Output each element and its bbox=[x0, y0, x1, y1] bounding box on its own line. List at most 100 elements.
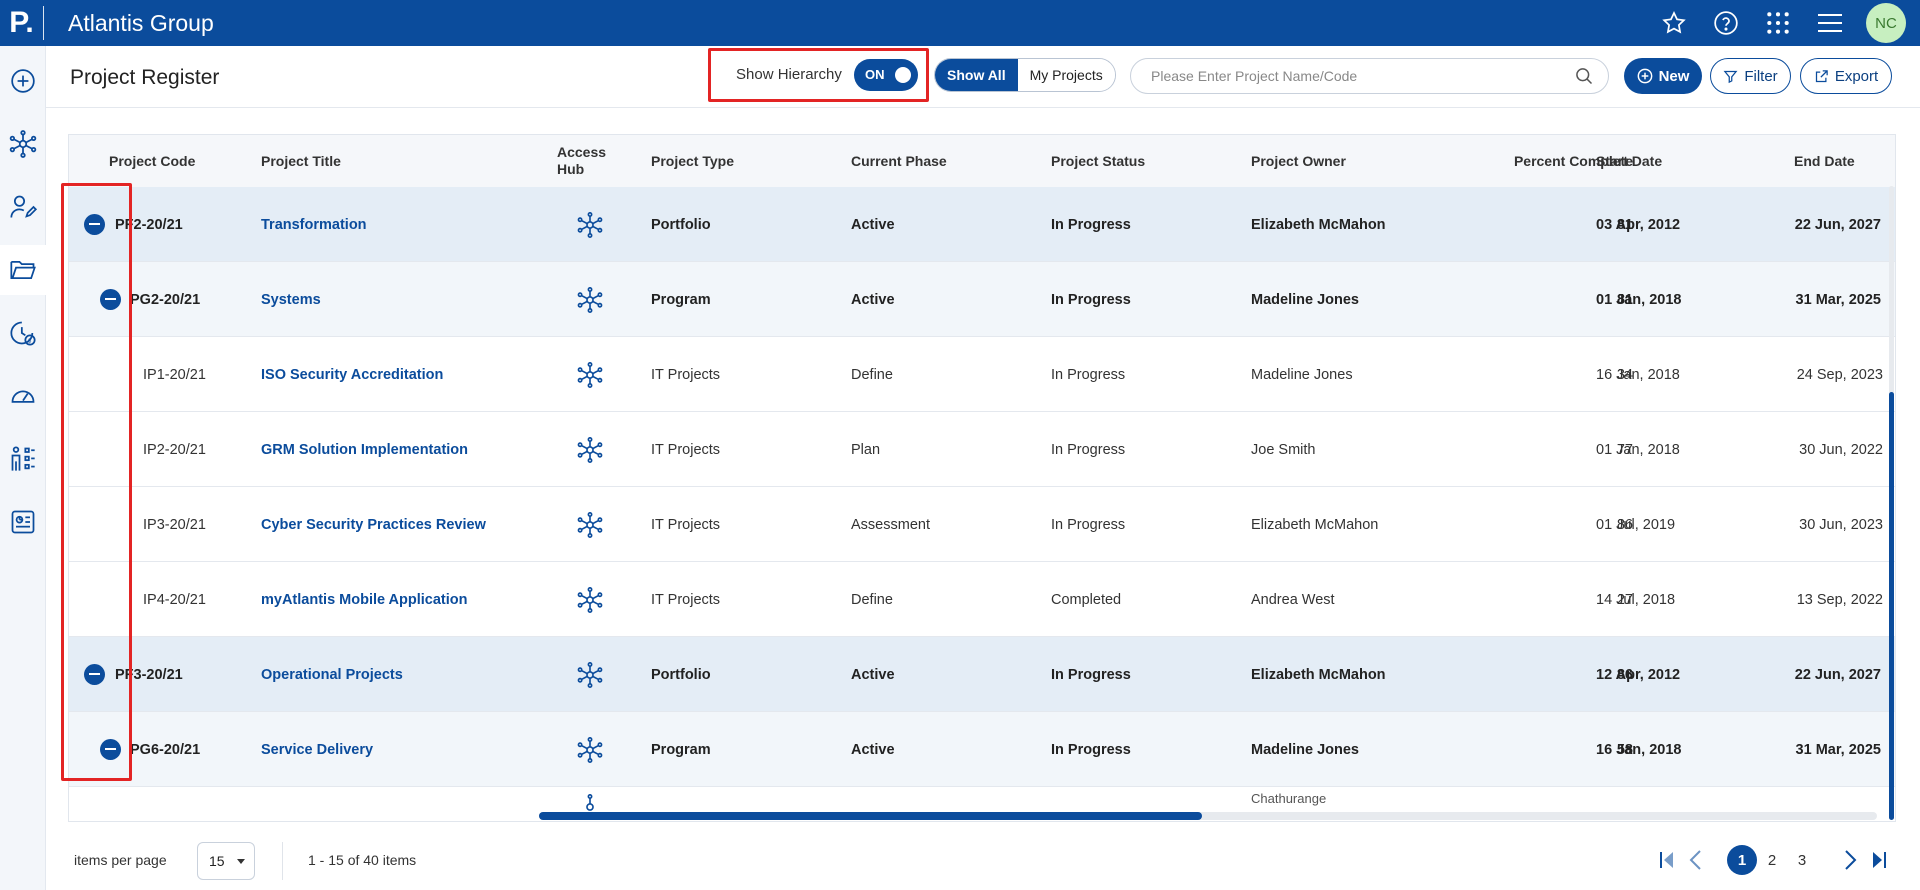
finance-icon[interactable]: $ bbox=[0, 308, 46, 358]
items-per-page-select[interactable]: 15 bbox=[197, 842, 255, 880]
col-access-hub[interactable]: Access Hub bbox=[557, 135, 617, 187]
cell-start-date: 16 Jan, 2018 bbox=[1596, 366, 1680, 383]
cell-project-title[interactable]: Transformation bbox=[261, 187, 367, 262]
cell-end-date: 24 Sep, 2023 bbox=[1796, 366, 1883, 383]
cell-end-date: 13 Sep, 2022 bbox=[1796, 591, 1883, 608]
filter-button-label: Filter bbox=[1744, 67, 1778, 85]
col-project-status[interactable]: Project Status bbox=[1051, 135, 1145, 187]
cell-project-status: In Progress bbox=[1051, 216, 1131, 233]
cell-project-owner: Elizabeth McMahon bbox=[1251, 216, 1386, 233]
cell-project-owner: Madeline Jones bbox=[1251, 741, 1359, 758]
hub-network-icon[interactable] bbox=[576, 286, 604, 314]
items-per-page-value: 15 bbox=[209, 853, 225, 869]
cell-project-title[interactable]: Service Delivery bbox=[261, 712, 373, 787]
cell-current-phase: Plan bbox=[851, 441, 881, 458]
table-row[interactable]: PG6-20/21 Service Delivery Program Activ… bbox=[69, 712, 1895, 787]
search-icon[interactable] bbox=[1574, 66, 1594, 91]
user-avatar[interactable]: NC bbox=[1866, 3, 1906, 43]
page-3-button[interactable]: 3 bbox=[1790, 843, 1814, 877]
table-row[interactable]: PG2-20/21 Systems Program Active In Prog… bbox=[69, 262, 1895, 337]
new-button[interactable]: New bbox=[1624, 58, 1702, 94]
my-projects-button[interactable]: My Projects bbox=[1017, 59, 1115, 91]
next-page-icon[interactable] bbox=[1838, 843, 1864, 877]
cell-project-owner: Madeline Jones bbox=[1251, 291, 1359, 308]
cell-current-phase: Assessment bbox=[851, 516, 930, 533]
cell-end-date: 22 Jun, 2027 bbox=[1794, 666, 1881, 683]
filter-button[interactable]: Filter bbox=[1710, 58, 1791, 94]
cell-project-owner: Andrea West bbox=[1251, 591, 1335, 608]
page-1-button[interactable]: 1 bbox=[1727, 845, 1757, 875]
help-icon[interactable] bbox=[1700, 0, 1752, 46]
hub-network-icon[interactable] bbox=[576, 436, 604, 464]
toggle-knob bbox=[895, 67, 911, 83]
hub-network-icon[interactable] bbox=[576, 211, 604, 239]
hub-network-icon[interactable] bbox=[576, 661, 604, 689]
horizontal-scrollbar[interactable] bbox=[539, 812, 1877, 820]
cell-project-title[interactable]: Operational Projects bbox=[261, 637, 403, 712]
col-current-phase[interactable]: Current Phase bbox=[851, 135, 947, 187]
show-hierarchy-toggle[interactable]: ON bbox=[854, 59, 918, 91]
hub-network-icon[interactable] bbox=[576, 586, 604, 614]
cell-project-status: Completed bbox=[1051, 591, 1122, 608]
col-project-owner[interactable]: Project Owner bbox=[1251, 135, 1346, 187]
prev-page-icon[interactable] bbox=[1682, 843, 1708, 877]
vertical-scroll-thumb[interactable] bbox=[1889, 392, 1894, 820]
cell-project-status: In Progress bbox=[1051, 366, 1126, 383]
table-row[interactable]: PF3-20/21 Operational Projects Portfolio… bbox=[69, 637, 1895, 712]
cell-project-title[interactable]: myAtlantis Mobile Application bbox=[261, 562, 468, 637]
report-icon[interactable] bbox=[0, 497, 46, 547]
col-project-title[interactable]: Project Title bbox=[261, 135, 341, 187]
cell-current-phase: Active bbox=[851, 666, 895, 683]
cell-current-phase: Define bbox=[851, 366, 893, 383]
first-page-icon[interactable] bbox=[1654, 843, 1680, 877]
search-input[interactable] bbox=[1151, 59, 1561, 93]
cell-end-date: 31 Mar, 2025 bbox=[1795, 741, 1881, 758]
cell-project-title[interactable]: Systems bbox=[261, 262, 321, 337]
cell-project-title[interactable]: GRM Solution Implementation bbox=[261, 412, 468, 487]
table-row[interactable]: IP4-20/21 myAtlantis Mobile Application … bbox=[69, 562, 1895, 637]
last-page-icon[interactable] bbox=[1866, 843, 1892, 877]
hub-network-icon[interactable] bbox=[576, 361, 604, 389]
hub-network-icon[interactable] bbox=[0, 119, 46, 169]
col-project-code[interactable]: Project Code bbox=[109, 135, 195, 187]
table-row[interactable]: IP2-20/21 GRM Solution Implementation IT… bbox=[69, 412, 1895, 487]
vertical-scrollbar[interactable] bbox=[1889, 186, 1894, 820]
export-button[interactable]: Export bbox=[1800, 58, 1892, 94]
app-logo[interactable]: P. bbox=[0, 6, 44, 40]
edit-person-icon[interactable] bbox=[0, 182, 46, 232]
cell-project-owner: Chathurange bbox=[1251, 791, 1327, 806]
dashboard-icon[interactable] bbox=[0, 371, 46, 421]
cell-project-type: IT Projects bbox=[651, 441, 721, 458]
cell-start-date: 14 Jul, 2018 bbox=[1596, 591, 1676, 608]
cell-project-title[interactable]: ISO Security Accreditation bbox=[261, 337, 443, 412]
table-row[interactable]: IP3-20/21 Cyber Security Practices Revie… bbox=[69, 487, 1895, 562]
cell-project-type: Portfolio bbox=[651, 666, 711, 683]
resources-icon[interactable] bbox=[0, 434, 46, 484]
toggle-state-label: ON bbox=[865, 67, 885, 82]
hub-network-icon[interactable] bbox=[576, 511, 604, 539]
show-all-button[interactable]: Show All bbox=[935, 59, 1018, 91]
cell-start-date: 12 Apr, 2012 bbox=[1596, 666, 1681, 683]
cell-project-owner: Madeline Jones bbox=[1251, 366, 1353, 383]
add-circle-icon[interactable] bbox=[0, 56, 46, 106]
cell-project-title[interactable]: Cyber Security Practices Review bbox=[261, 487, 486, 562]
col-project-type[interactable]: Project Type bbox=[651, 135, 734, 187]
caret-down-icon bbox=[237, 859, 245, 864]
cell-project-type: Portfolio bbox=[651, 216, 711, 233]
hub-network-icon[interactable] bbox=[576, 736, 604, 764]
apps-grid-icon[interactable] bbox=[1752, 0, 1804, 46]
cell-project-type: Program bbox=[651, 291, 711, 308]
col-end-date[interactable]: End Date bbox=[1794, 135, 1855, 187]
cell-start-date: 01 Jul, 2019 bbox=[1596, 516, 1676, 533]
cell-project-type: IT Projects bbox=[651, 366, 721, 383]
page-2-button[interactable]: 2 bbox=[1760, 843, 1784, 877]
menu-icon[interactable] bbox=[1804, 0, 1856, 46]
table-row[interactable]: IP1-20/21 ISO Security Accreditation IT … bbox=[69, 337, 1895, 412]
star-icon[interactable] bbox=[1648, 0, 1700, 46]
cell-start-date: 16 Jan, 2018 bbox=[1596, 741, 1682, 758]
cell-end-date: 22 Jun, 2027 bbox=[1794, 216, 1881, 233]
col-start-date[interactable]: Start Date bbox=[1596, 135, 1662, 187]
horizontal-scroll-thumb[interactable] bbox=[539, 812, 1202, 820]
folder-icon[interactable] bbox=[0, 245, 46, 295]
table-row[interactable]: PF2-20/21 Transformation Portfolio Activ… bbox=[69, 187, 1895, 262]
